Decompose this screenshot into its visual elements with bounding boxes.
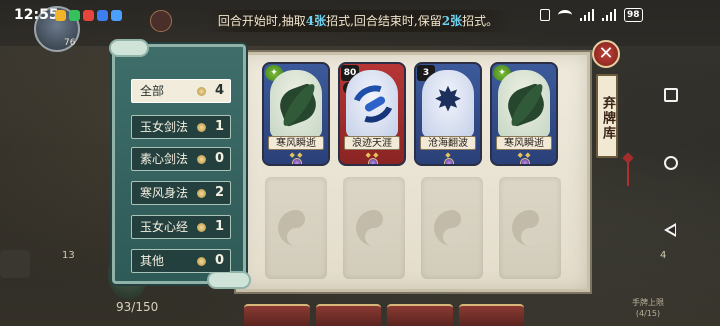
card-filter-sidebar: 全部 4 玉女剑法 1 素心剑法 0 寒风身法 2 玉女心经 1 其他 0 [109, 39, 251, 289]
card-name: 寒风瞬逝 [268, 136, 324, 150]
count-dot-icon [197, 155, 206, 164]
filter-count: 4 [214, 83, 224, 98]
cloud-ornament [207, 271, 251, 289]
hand-card[interactable] [387, 304, 453, 326]
yinyang-icon [434, 210, 470, 246]
recent-apps-icon[interactable] [664, 88, 678, 102]
back-icon[interactable] [664, 223, 676, 237]
hand-cards-preview [244, 304, 524, 326]
rule-hint-banner: 回合开始时,抽取4张招式,回合结束时,保留2张招式。 [206, 10, 510, 32]
empty-card-slot [265, 177, 327, 279]
skill-card[interactable]: ✦ 寒风瞬逝 ◆ ◆ [262, 62, 330, 166]
notification-icon [83, 10, 94, 21]
filter-yunu-sword[interactable]: 玉女剑法 1 [131, 115, 231, 139]
card-art: ✸ [422, 70, 474, 138]
notification-icon [97, 10, 108, 21]
count-dot-icon [197, 123, 206, 132]
hint-draw-count: 4张 [305, 14, 327, 28]
yinyang-icon [356, 210, 392, 246]
card-type-icon [520, 158, 530, 164]
count-dot-icon [197, 257, 206, 266]
notification-icon [55, 10, 66, 21]
count-dot-icon [197, 87, 206, 96]
filter-count: 0 [214, 151, 224, 166]
filter-label: 玉女剑法 [140, 120, 189, 134]
discard-pile-button[interactable]: 弃牌库 [596, 74, 618, 158]
status-clock: 12:55 [14, 7, 59, 23]
yinyang-icon [512, 210, 548, 246]
card-type-icon [368, 158, 378, 164]
card-type-icon [292, 158, 302, 164]
hint-text: 回合开始时,抽取 [217, 14, 306, 28]
hint-text: 招式,回合结束时,保留 [326, 14, 442, 28]
player-level: 76 [64, 38, 76, 48]
signal-icon [580, 9, 594, 21]
discard-pile-count: 4 [660, 250, 667, 261]
hand-card[interactable] [458, 304, 524, 326]
card-name: 沧海翻波 [420, 136, 476, 150]
empty-card-slot [499, 177, 561, 279]
card-art [498, 70, 550, 138]
card-name: 寒风瞬逝 [496, 136, 552, 150]
empty-card-slot [343, 177, 405, 279]
deck-plate [0, 250, 30, 278]
home-icon[interactable] [664, 156, 678, 170]
filter-count: 2 [214, 185, 224, 200]
card-art [346, 70, 398, 138]
hand-card[interactable] [244, 304, 310, 326]
count-dot-icon [197, 223, 206, 232]
filter-count: 1 [214, 119, 224, 134]
filter-label: 玉女心经 [140, 220, 189, 234]
yinyang-icon [278, 210, 314, 246]
count-dot-icon [197, 189, 206, 198]
signal-icon-2 [602, 9, 616, 21]
skill-card[interactable]: 80 1 浪迹天涯 ◆ ◆ [338, 62, 406, 166]
card-type-icon [444, 158, 454, 164]
hp-value: 93/150 [116, 300, 159, 314]
wifi-icon [558, 10, 572, 20]
empty-card-slot [421, 177, 483, 279]
notification-icon [111, 10, 122, 21]
filter-suxin-sword[interactable]: 素心剑法 0 [131, 147, 231, 171]
hand-limit-value: (4/15) [635, 309, 661, 318]
filter-label: 素心剑法 [140, 152, 189, 166]
close-icon[interactable]: ✕ [592, 40, 620, 68]
draw-pile-count: 13 [62, 250, 75, 261]
skill-card[interactable]: 3 ✸ 沧海翻波 ◆ [414, 62, 482, 166]
hand-limit: 手牌上限 (4/15) [632, 297, 664, 319]
filter-yunu-heart[interactable]: 玉女心经 1 [131, 215, 231, 239]
filter-label: 全部 [140, 84, 165, 98]
cloud-ornament [109, 39, 149, 57]
vibrate-icon [540, 9, 550, 21]
system-icons: 98 [540, 8, 643, 22]
filter-label: 寒风身法 [140, 186, 189, 200]
hand-card[interactable] [315, 304, 381, 326]
filter-label: 其他 [140, 254, 165, 268]
card-art [270, 70, 322, 138]
card-name: 浪迹天涯 [344, 136, 400, 150]
filter-count: 1 [214, 219, 224, 234]
hand-limit-label: 手牌上限 [632, 298, 664, 307]
filter-hanfeng-movement[interactable]: 寒风身法 2 [131, 181, 231, 205]
notification-icon [69, 10, 80, 21]
battery-indicator: 98 [624, 8, 643, 22]
skill-card[interactable]: ✦ 寒风瞬逝 ◆ ◆ [490, 62, 558, 166]
hint-text: 招式。 [462, 14, 499, 28]
tassel-ornament [620, 152, 636, 188]
filter-all[interactable]: 全部 4 [131, 79, 231, 103]
filter-other[interactable]: 其他 0 [131, 249, 231, 273]
filter-count: 0 [214, 253, 224, 268]
notification-icons [55, 10, 122, 21]
hint-keep-count: 2张 [441, 14, 463, 28]
